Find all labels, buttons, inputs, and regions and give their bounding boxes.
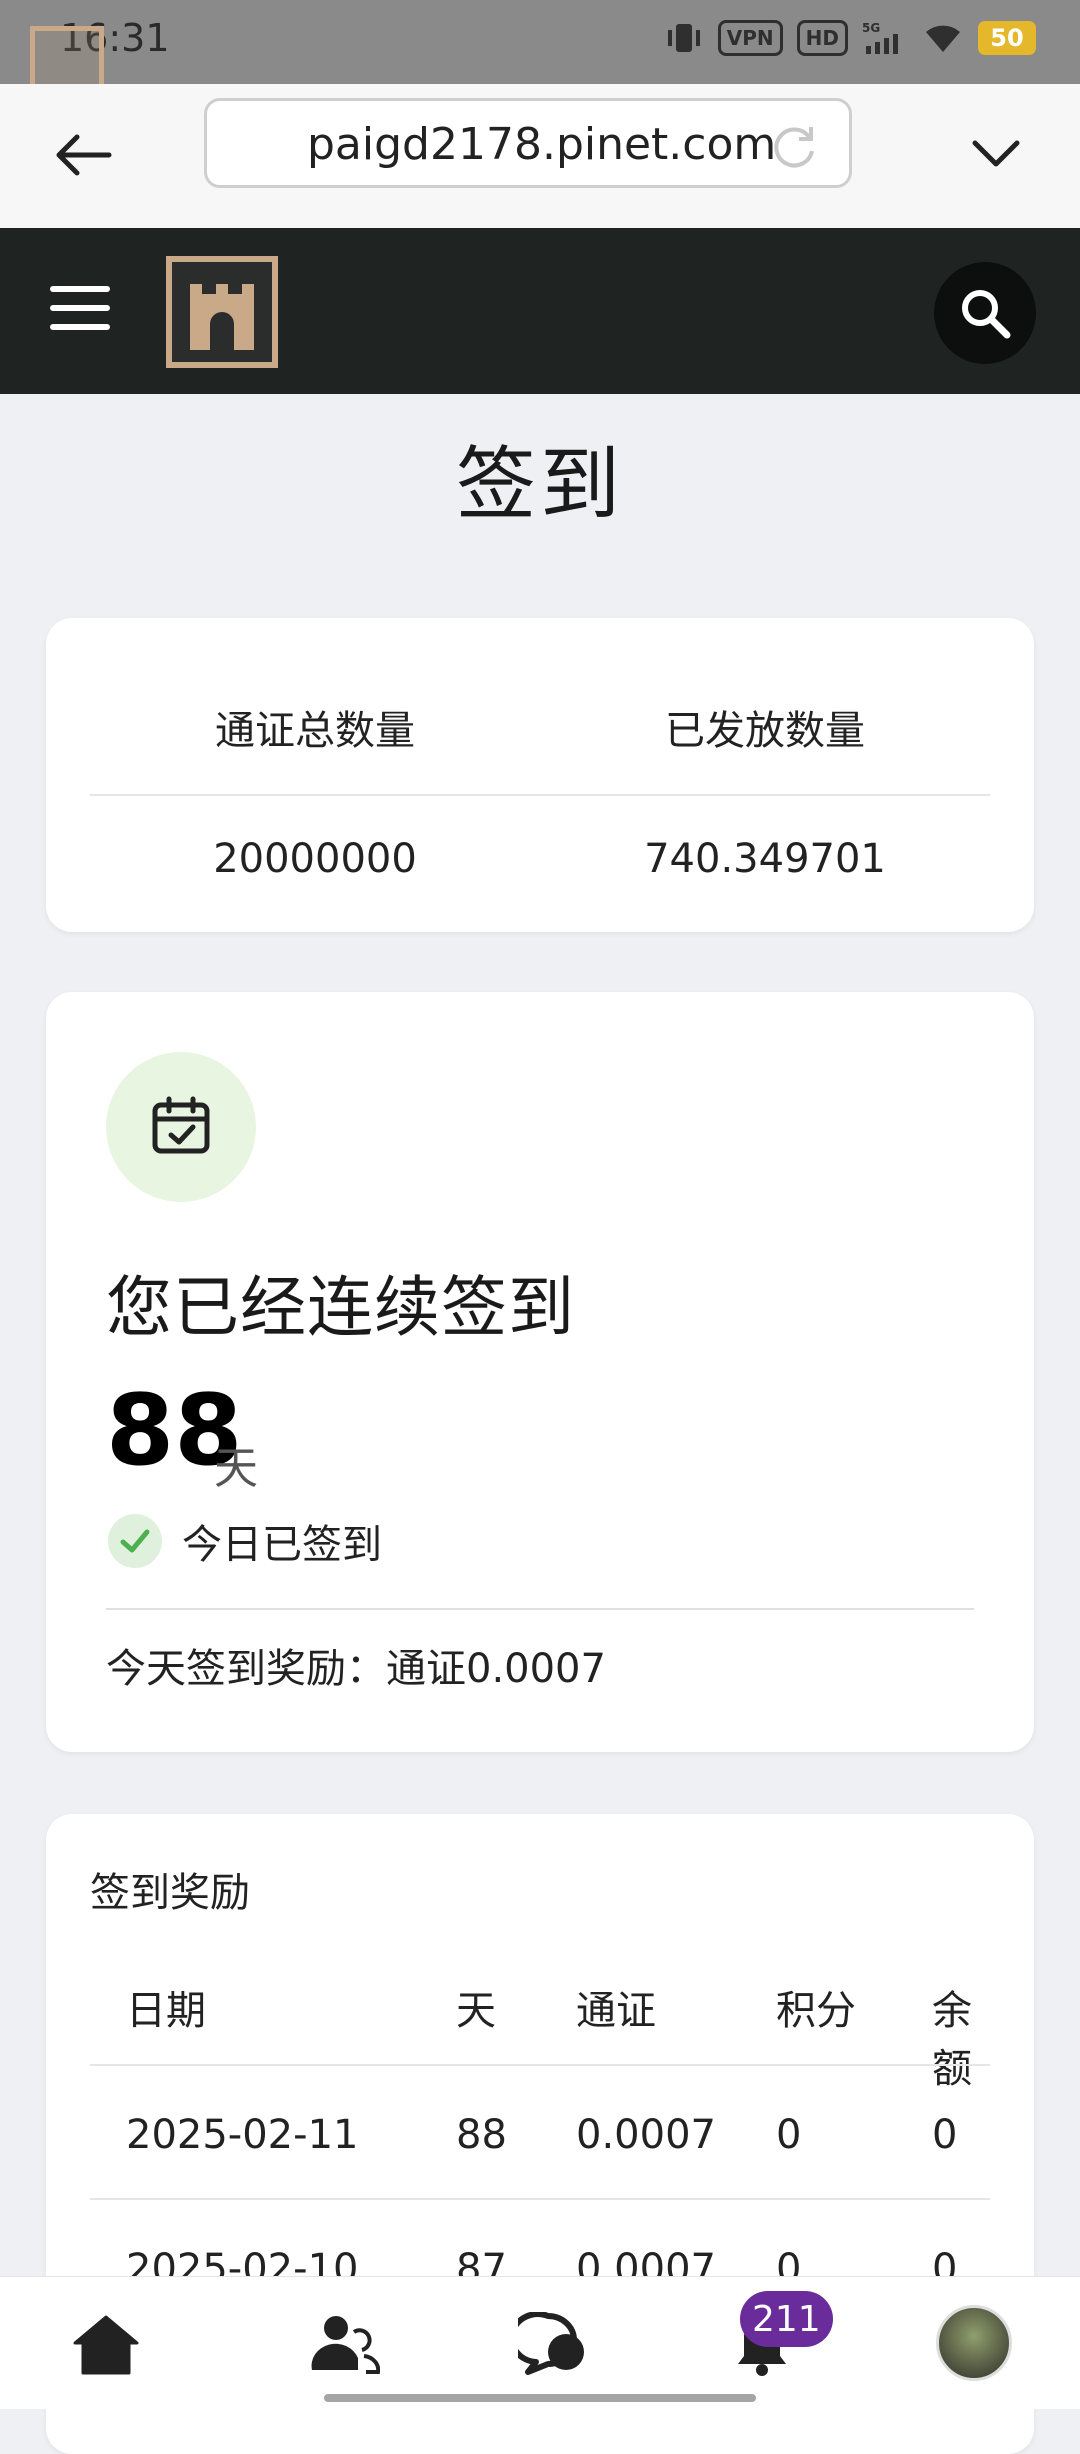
- app-header: [0, 228, 1080, 394]
- home-indicator: [324, 2394, 756, 2402]
- chat-icon: [518, 2312, 584, 2375]
- column-header: 天: [456, 1988, 496, 2034]
- divider: [90, 794, 990, 796]
- streak-unit: 天: [214, 1443, 258, 1494]
- avatar[interactable]: [936, 2305, 1012, 2381]
- rewards-title: 签到奖励: [90, 1870, 250, 1916]
- issued-tokens-label: 已发放数量: [665, 708, 865, 754]
- battery-icon: 50: [978, 21, 1036, 55]
- today-reward-text: 今天签到奖励：通证0.0007: [106, 1646, 606, 1692]
- table-header-row: 日期 天 通证 积分 余额: [90, 1932, 990, 2092]
- search-button[interactable]: [934, 262, 1036, 364]
- day-cell: 88: [456, 2112, 507, 2158]
- back-arrow-icon[interactable]: [48, 120, 118, 190]
- checked-today-status: 今日已签到: [108, 1512, 382, 1570]
- date-cell: 2025-02-11: [126, 2112, 359, 2158]
- vibrate-icon: [667, 24, 700, 52]
- users-icon: [311, 2316, 380, 2374]
- url-text: paigd2178.pinet.com: [307, 119, 777, 170]
- page-title: 签到: [456, 438, 624, 531]
- hd-badge: HD: [796, 20, 848, 56]
- issued-tokens-value: 740.349701: [644, 836, 886, 882]
- chevron-down-icon[interactable]: [960, 118, 1032, 190]
- points-cell: 0: [776, 2112, 802, 2158]
- calendar-check-icon: [106, 1052, 256, 1202]
- token-stats-card: 通证总数量 已发放数量 20000000 740.349701: [46, 618, 1034, 932]
- checked-today-text: 今日已签到: [182, 1522, 382, 1568]
- status-bar: 16:31 VPN HD 5G 50: [0, 0, 1080, 106]
- streak-label: 您已经连续签到: [106, 1269, 575, 1346]
- total-tokens-value: 20000000: [213, 836, 417, 882]
- url-bar[interactable]: paigd2178.pinet.com: [204, 98, 852, 188]
- search-icon: [962, 290, 1011, 339]
- divider: [106, 1608, 974, 1610]
- home-icon: [73, 2315, 139, 2375]
- notification-count-badge: 211: [740, 2291, 833, 2347]
- column-header: 通证: [576, 1988, 656, 2034]
- checkin-status-card: 您已经连续签到 88 天 今日已签到 今天签到奖励：通证0.0007: [46, 992, 1034, 1752]
- column-header: 积分: [776, 1988, 856, 2034]
- nav-friends[interactable]: [304, 2305, 384, 2385]
- wifi-icon: [926, 25, 960, 52]
- total-tokens-label: 通证总数量: [215, 708, 415, 754]
- column-header: 日期: [126, 1988, 206, 2034]
- svg-text:5G: 5G: [862, 21, 880, 35]
- hamburger-menu-icon[interactable]: [50, 286, 110, 336]
- status-icons: VPN HD 5G 50: [664, 20, 1036, 56]
- bottom-nav: 211: [0, 2276, 1080, 2409]
- token-cell: 0.0007: [576, 2112, 716, 2158]
- browser-bar: paigd2178.pinet.com: [0, 84, 1080, 228]
- table-row: 2025-02-11 88 0.0007 0 0: [90, 2066, 990, 2200]
- castle-logo-icon[interactable]: [166, 256, 278, 368]
- signal-5g-icon: 5G: [862, 21, 898, 54]
- vpn-badge: VPN: [717, 20, 783, 56]
- balance-cell: 0: [932, 2112, 958, 2158]
- nav-messages[interactable]: [514, 2305, 594, 2385]
- reload-icon[interactable]: [769, 121, 819, 171]
- nav-home[interactable]: [66, 2305, 146, 2385]
- check-icon: [108, 1514, 162, 1568]
